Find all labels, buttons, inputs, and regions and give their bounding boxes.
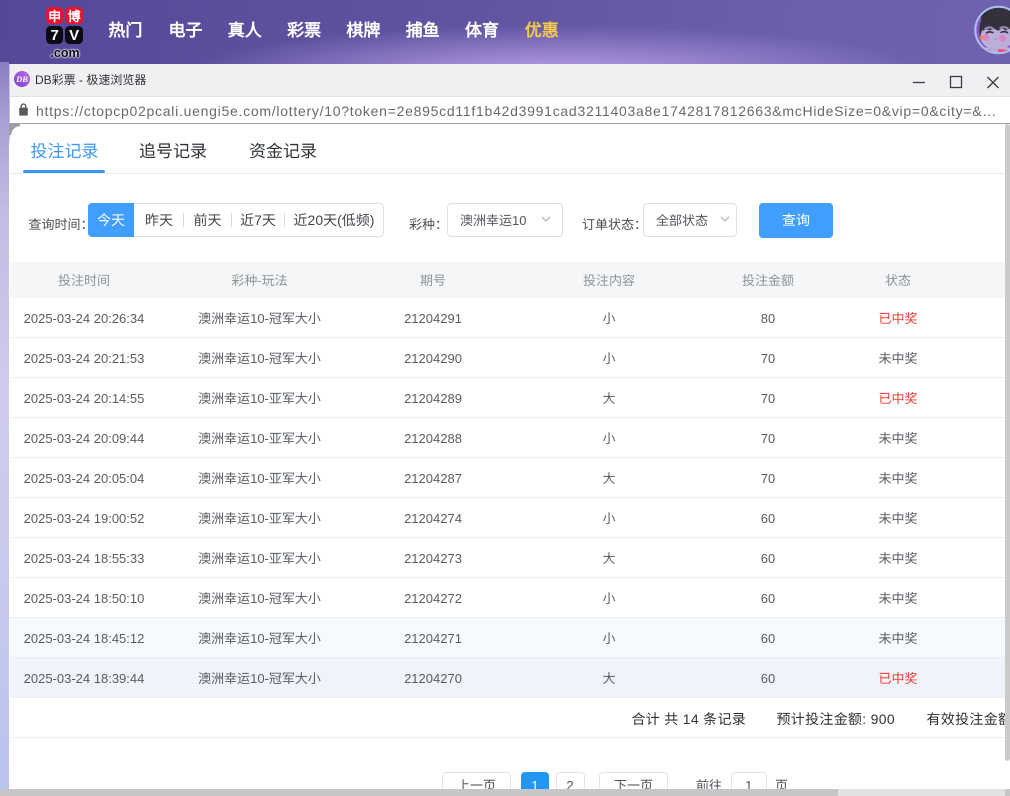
svg-text:DB: DB bbox=[15, 74, 28, 84]
